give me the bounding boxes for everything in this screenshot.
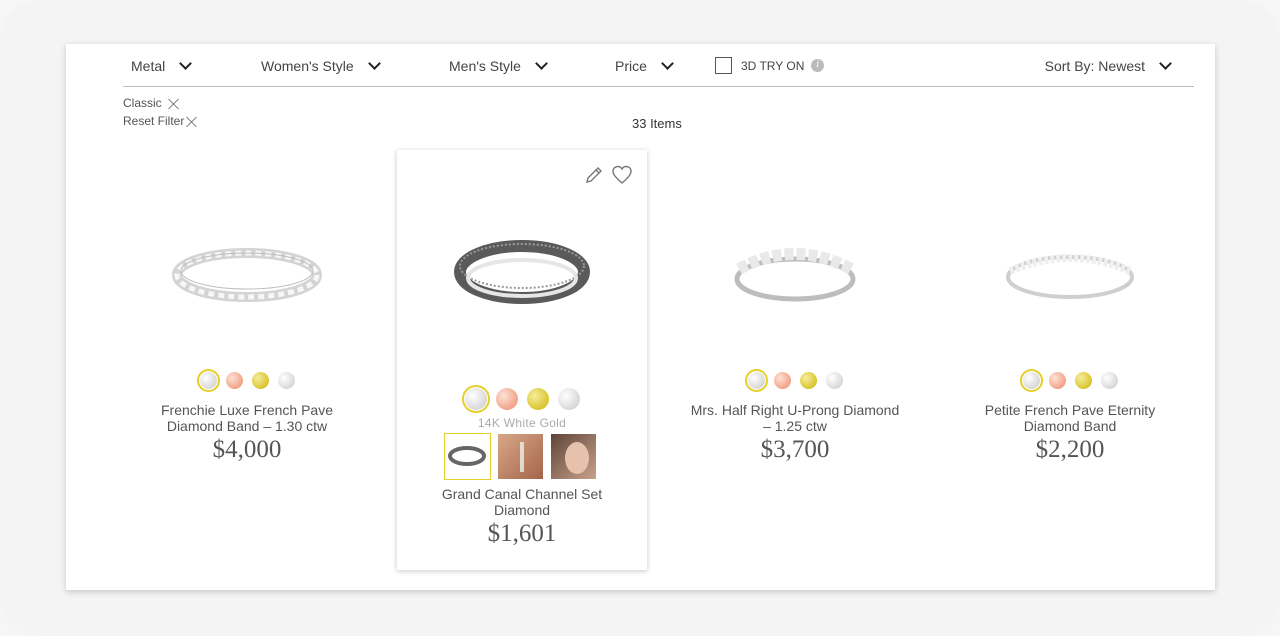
product-price: $4,000 [212, 436, 282, 463]
product-image[interactable] [397, 190, 647, 360]
yellow-gold-swatch[interactable] [526, 388, 549, 410]
reset-filter[interactable]: Reset Filter [123, 114, 197, 128]
rose-gold-swatch[interactable] [495, 388, 518, 410]
metal-filter-label: Metal [131, 58, 166, 74]
rose-gold-swatch[interactable] [225, 372, 243, 389]
white-gold-swatch[interactable] [196, 369, 220, 392]
ring-image [1006, 254, 1134, 299]
white-gold-swatch[interactable] [1019, 369, 1043, 392]
white-gold-swatch[interactable] [744, 369, 768, 392]
thumbnail-ring[interactable] [444, 433, 491, 480]
mens-style-filter-label: Men's Style [449, 58, 521, 74]
close-icon[interactable] [186, 116, 197, 127]
platinum-swatch[interactable] [825, 372, 843, 389]
3d-try-on-toggle[interactable]: 3D TRY ON i [715, 57, 825, 74]
metal-swatches [945, 369, 1195, 392]
product-card[interactable]: Frenchie Luxe French Pave Diamond Band –… [122, 150, 372, 570]
product-price: $3,700 [760, 436, 830, 463]
thumbnail-hand-2[interactable] [551, 434, 596, 479]
product-card[interactable]: Mrs. Half Right U-Prong Diamond – 1.25 c… [670, 150, 920, 570]
remove-filter-icon[interactable] [168, 98, 179, 109]
chevron-down-icon [367, 57, 381, 70]
selected-metal-label: 14K White Gold [477, 416, 567, 430]
product-listing-panel: Metal Women's Style Men's Style Price 3D… [66, 44, 1215, 590]
product-card-active[interactable]: 14K White Gold Grand Canal Channel Set D… [397, 150, 647, 570]
active-filter-classic: Classic [123, 96, 179, 110]
rose-gold-swatch[interactable] [1048, 372, 1066, 389]
thumbnail-strip [444, 433, 596, 480]
rose-gold-swatch[interactable] [773, 372, 791, 389]
mens-style-filter[interactable]: Men's Style [449, 57, 548, 74]
info-icon[interactable]: i [811, 59, 825, 72]
metal-swatches [397, 385, 647, 413]
ring-image [454, 240, 590, 304]
chevron-down-icon [179, 57, 193, 70]
womens-style-filter-label: Women's Style [261, 58, 354, 74]
ring-image [734, 248, 856, 302]
sort-label: Sort By: Newest [1044, 58, 1145, 74]
3d-try-on-label: 3D TRY ON [741, 58, 805, 73]
filter-bar: Metal Women's Style Men's Style Price 3D… [123, 44, 1194, 87]
white-gold-swatch[interactable] [461, 385, 490, 413]
platinum-swatch[interactable] [1100, 372, 1118, 389]
platinum-swatch[interactable] [277, 372, 295, 389]
price-filter[interactable]: Price [615, 57, 674, 74]
3d-try-on-checkbox[interactable] [715, 57, 732, 74]
platinum-swatch[interactable] [557, 388, 580, 410]
item-count: 33 Items [632, 116, 682, 131]
price-filter-label: Price [615, 58, 647, 74]
womens-style-filter[interactable]: Women's Style [261, 57, 381, 74]
yellow-gold-swatch[interactable] [1074, 372, 1092, 389]
active-filter-classic-label: Classic [123, 96, 162, 110]
product-image[interactable] [670, 190, 920, 360]
metal-swatches [670, 369, 920, 392]
thumbnail-hand-1[interactable] [498, 434, 543, 479]
product-price: $1,601 [487, 520, 557, 547]
chevron-down-icon [535, 57, 548, 70]
product-card[interactable]: Petite French Pave Eternity Diamond Band… [945, 150, 1195, 570]
heart-icon[interactable] [611, 164, 633, 191]
yellow-gold-swatch[interactable] [799, 372, 817, 389]
product-name[interactable]: Petite French Pave Eternity Diamond Band [945, 402, 1195, 434]
product-image[interactable] [945, 190, 1195, 360]
ring-image [172, 248, 322, 302]
product-name[interactable]: Grand Canal Channel Set Diamond [397, 486, 647, 518]
product-image[interactable] [122, 190, 372, 360]
yellow-gold-swatch[interactable] [251, 372, 269, 389]
product-name[interactable]: Mrs. Half Right U-Prong Diamond – 1.25 c… [670, 402, 920, 434]
reset-filter-label: Reset Filter [123, 114, 185, 128]
metal-filter[interactable]: Metal [131, 57, 193, 74]
chevron-down-icon [661, 57, 674, 70]
sort-dropdown[interactable]: Sort By: Newest [1044, 57, 1172, 74]
metal-swatches [122, 369, 372, 392]
chevron-down-icon [1159, 57, 1172, 70]
product-name[interactable]: Frenchie Luxe French Pave Diamond Band –… [122, 402, 372, 434]
edit-icon[interactable] [583, 164, 605, 191]
product-price: $2,200 [1035, 436, 1105, 463]
